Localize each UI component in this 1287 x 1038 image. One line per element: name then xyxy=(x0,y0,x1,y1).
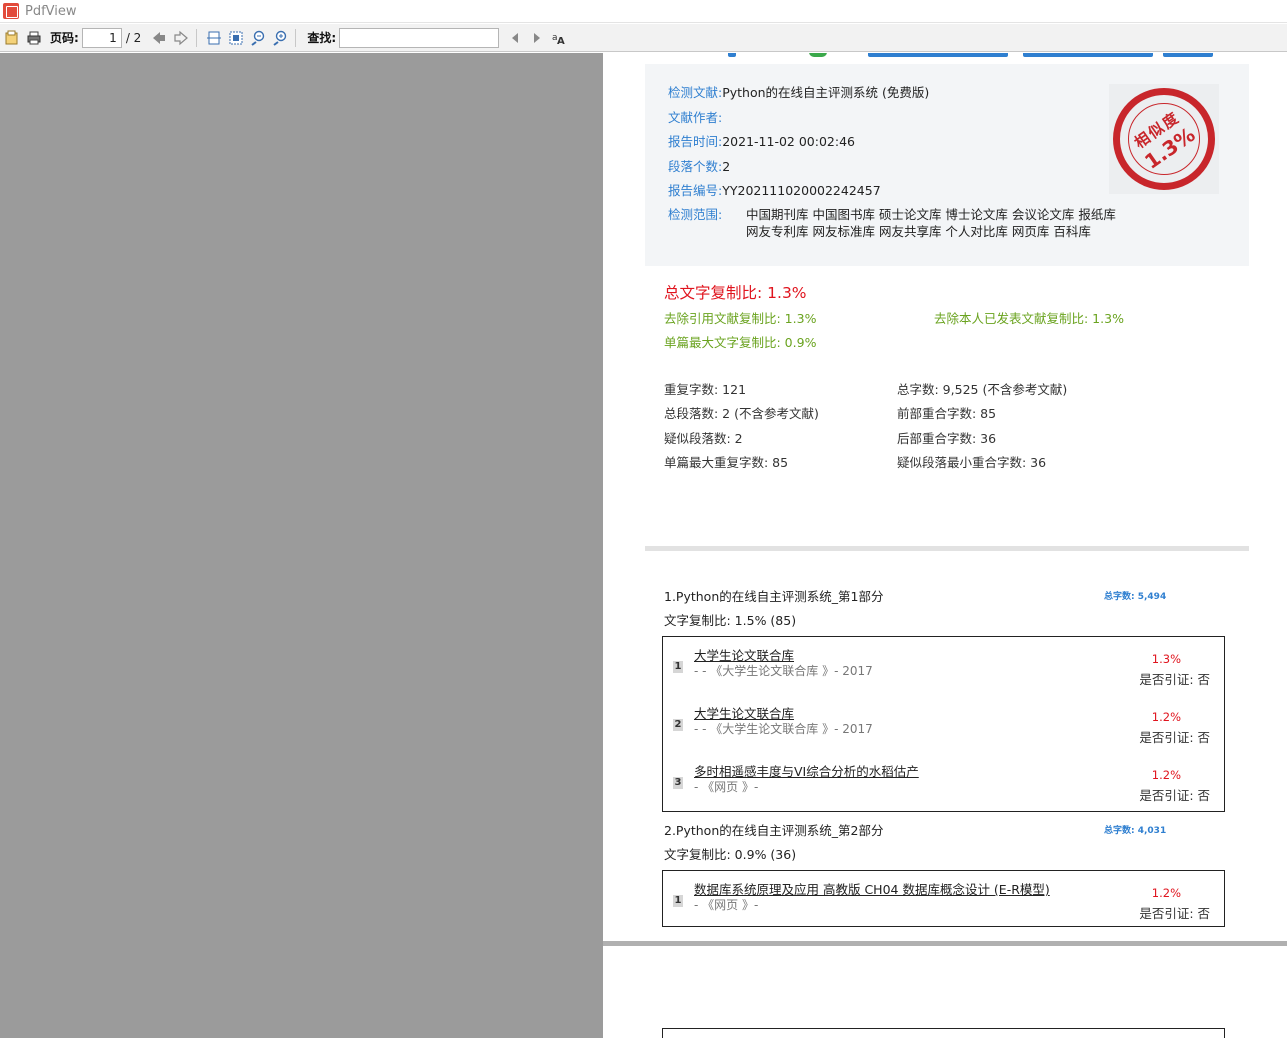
stat-dup-chars: 重复字数: 121 xyxy=(664,382,747,397)
section-divider xyxy=(645,546,1249,551)
pdf-app-icon xyxy=(3,3,19,19)
stat-total-paras: 总段落数: 2 (不含参考文献) xyxy=(664,406,819,421)
source-percent: 1.3% xyxy=(1151,652,1181,666)
part-2-ratio: 文字复制比: 0.9% (36) xyxy=(664,847,797,862)
info-report-time: 报告时间:2021-11-02 00:02:46 xyxy=(668,134,855,149)
source-citation: 是否引证: 否 xyxy=(1139,788,1210,803)
page-number-input[interactable]: 1 xyxy=(81,27,122,48)
source-meta: - 《网页 》- xyxy=(694,780,759,794)
fit-page-icon[interactable] xyxy=(226,28,246,48)
source-number: 1 xyxy=(673,661,683,673)
source-citation: 是否引证: 否 xyxy=(1139,672,1210,687)
source-meta: - 《网页 》- xyxy=(694,898,759,912)
part-1-word-count: 总字数: 5,494 xyxy=(1104,592,1167,602)
find-label: 查找: xyxy=(307,31,337,45)
excl-ref-ratio: 去除引用文献复制比: 1.3% xyxy=(664,311,817,326)
zoom-out-icon[interactable] xyxy=(248,28,268,48)
find-input[interactable] xyxy=(339,27,500,48)
page-label: 页码: xyxy=(50,31,79,45)
stat-front-overlap: 前部重合字数: 85 xyxy=(897,406,997,421)
info-document: 检测文献:Python的在线自主评测系统 (免费版) xyxy=(668,85,930,100)
title-bar: PdfView xyxy=(0,0,1287,23)
source-number: 1 xyxy=(673,895,683,907)
part-1-ratio: 文字复制比: 1.5% (85) xyxy=(664,613,797,628)
source-percent: 1.2% xyxy=(1151,710,1181,724)
find-prev-icon[interactable] xyxy=(505,28,525,48)
stat-total-chars: 总字数: 9,525 (不含参考文献) xyxy=(897,382,1068,397)
toolbar-separator xyxy=(295,28,297,47)
report-info-panel: 检测文献:Python的在线自主评测系统 (免费版) 文献作者: 报告时间:20… xyxy=(645,64,1249,266)
pdf-page-2 xyxy=(603,946,1287,1038)
total-copy-ratio: 总文字复制比: 1.3% xyxy=(664,284,807,302)
find-next-icon[interactable] xyxy=(527,28,547,48)
stat-max-dup: 单篇最大重复字数: 85 xyxy=(664,455,789,470)
source-item[interactable]: 3 多时相遥感丰度与VI综合分析的水稻估产 - 《网页 》- 1.2% 是否引证… xyxy=(663,755,1224,805)
part-2-title: 2.Python的在线自主评测系统_第2部分 xyxy=(664,823,884,838)
toolbar-separator xyxy=(196,28,198,47)
fit-width-icon[interactable] xyxy=(204,28,224,48)
source-number: 3 xyxy=(673,777,683,789)
pdf-page-1: 检测文献:Python的在线自主评测系统 (免费版) 文献作者: 报告时间:20… xyxy=(603,53,1287,941)
stat-susp-paras: 疑似段落数: 2 xyxy=(664,431,743,446)
page-2-content-box xyxy=(662,1028,1225,1038)
source-meta: - - 《大学生论文联合库 》- 2017 xyxy=(694,722,873,736)
part-2-source-list: 1 数据库系统原理及应用 高教版 CH04 数据库概念设计 (E-R模型) - … xyxy=(662,870,1225,927)
match-case-icon[interactable]: aA xyxy=(549,28,569,48)
source-citation: 是否引证: 否 xyxy=(1139,906,1210,921)
info-author: 文献作者: xyxy=(668,110,723,125)
part-1-source-list: 1 大学生论文联合库 - - 《大学生论文联合库 》- 2017 1.3% 是否… xyxy=(662,636,1225,812)
report-header-cropped xyxy=(603,53,1287,64)
part-1-title: 1.Python的在线自主评测系统_第1部分 xyxy=(664,589,884,604)
source-item[interactable]: 2 大学生论文联合库 - - 《大学生论文联合库 》- 2017 1.2% 是否… xyxy=(663,697,1224,747)
toolbar: 页码: 1 / 2 查找: aA xyxy=(0,24,1287,52)
source-percent: 1.2% xyxy=(1151,886,1181,900)
next-page-icon[interactable] xyxy=(171,28,191,48)
similarity-stamp: 相似度 1.3% xyxy=(1109,84,1219,194)
source-meta: - - 《大学生论文联合库 》- 2017 xyxy=(694,664,873,678)
stat-back-overlap: 后部重合字数: 36 xyxy=(897,431,997,446)
zoom-in-icon[interactable] xyxy=(270,28,290,48)
part-2-word-count: 总字数: 4,031 xyxy=(1104,826,1167,836)
open-file-icon[interactable] xyxy=(2,28,22,48)
source-citation: 是否引证: 否 xyxy=(1139,730,1210,745)
info-report-number: 报告编号:YY202111020002242457 xyxy=(668,183,881,198)
svg-text:A: A xyxy=(557,36,565,46)
info-paragraph-count: 段落个数:2 xyxy=(668,159,731,174)
page-total: / 2 xyxy=(125,30,142,45)
document-viewer[interactable]: 检测文献:Python的在线自主评测系统 (免费版) 文献作者: 报告时间:20… xyxy=(0,53,1287,1038)
stat-min-overlap: 疑似段落最小重合字数: 36 xyxy=(897,455,1047,470)
source-percent: 1.2% xyxy=(1151,768,1181,782)
source-item[interactable]: 1 数据库系统原理及应用 高教版 CH04 数据库概念设计 (E-R模型) - … xyxy=(663,873,1224,923)
max-single-ratio: 单篇最大文字复制比: 0.9% xyxy=(664,335,817,350)
print-icon[interactable] xyxy=(24,28,44,48)
excl-self-ratio: 去除本人已发表文献复制比: 1.3% xyxy=(934,311,1124,326)
window-title: PdfView xyxy=(25,3,77,19)
source-item[interactable]: 1 大学生论文联合库 - - 《大学生论文联合库 》- 2017 1.3% 是否… xyxy=(663,639,1224,689)
prev-page-icon[interactable] xyxy=(149,28,169,48)
source-number: 2 xyxy=(673,719,683,731)
